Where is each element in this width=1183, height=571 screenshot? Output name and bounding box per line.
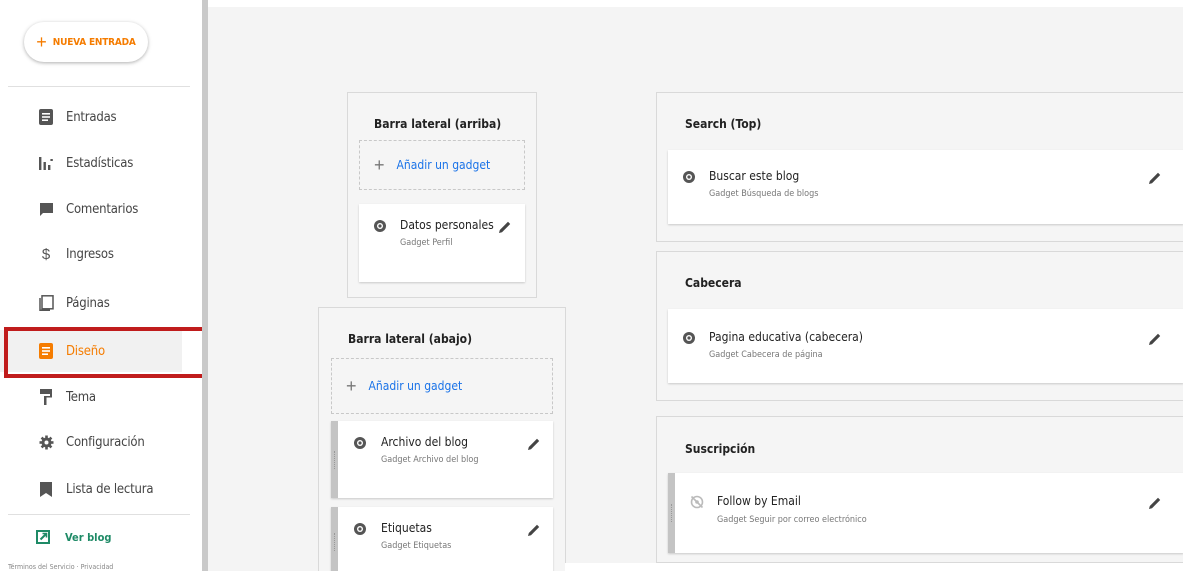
sidebar-item-label: Páginas	[66, 295, 110, 311]
view-blog-label: Ver blog	[65, 530, 112, 544]
pencil-icon[interactable]	[527, 523, 541, 537]
add-gadget-label: Añadir un gadget	[368, 379, 463, 393]
pages-icon	[35, 295, 57, 311]
add-gadget-label: Añadir un gadget	[396, 158, 491, 172]
gadget-type: Gadget Cabecera de página	[709, 350, 823, 360]
sidebar-item-label: Comentarios	[66, 201, 139, 217]
gadget-card[interactable]: Pagina educativa (cabecera) Gadget Cabec…	[668, 309, 1183, 383]
drag-handle[interactable]	[331, 507, 338, 571]
gadget-name: Datos personales	[400, 218, 494, 232]
top-bar	[208, 0, 1183, 7]
plus-icon: +	[374, 155, 385, 175]
posts-icon	[35, 109, 57, 125]
pencil-icon[interactable]	[1148, 171, 1162, 185]
gadget-type: Gadget Seguir por correo electrónico	[717, 515, 867, 525]
dollar-icon: $	[41, 245, 51, 263]
section-search-top: Search (Top) Buscar este blog Gadget Bús…	[656, 92, 1183, 242]
plus-icon: +	[36, 32, 47, 52]
footer-links[interactable]: Términos del Servicio · Privacidad	[8, 563, 113, 571]
paint-roller-icon	[35, 389, 57, 405]
gadget-card[interactable]: Datos personales Gadget Perfil	[359, 204, 525, 282]
gadget-card[interactable]: Follow by Email Gadget Seguir por correo…	[668, 473, 1183, 553]
sidebar-item-label: Estadísticas	[66, 155, 134, 171]
sidebar-item-configuracion[interactable]: Configuración	[0, 421, 182, 463]
pencil-icon[interactable]	[1148, 332, 1162, 346]
section-title: Search (Top)	[685, 117, 762, 131]
gadget-type: Gadget Archivo del blog	[381, 455, 479, 465]
section-sidebar-bottom: Barra lateral (abajo) + Añadir un gadget…	[318, 307, 566, 571]
section-title: Barra lateral (abajo)	[348, 332, 473, 346]
sidebar: + NUEVA ENTRADA Entradas Estadísticas Co…	[0, 0, 202, 571]
sidebar-item-label: Tema	[66, 389, 96, 405]
gadget-name: Pagina educativa (cabecera)	[709, 330, 863, 344]
section-title: Cabecera	[685, 276, 742, 290]
gadget-type: Gadget Búsqueda de blogs	[709, 189, 819, 199]
bookmark-icon	[35, 481, 57, 497]
pencil-icon[interactable]	[1148, 496, 1162, 510]
sidebar-item-label: Configuración	[66, 434, 145, 450]
gadget-name: Archivo del blog	[381, 435, 468, 449]
open-external-icon	[36, 530, 54, 544]
sidebar-item-lista-lectura[interactable]: Lista de lectura	[0, 468, 182, 510]
visible-icon[interactable]	[682, 170, 696, 184]
gadget-name: Etiquetas	[381, 521, 432, 535]
gadget-card[interactable]: Etiquetas Gadget Etiquetas	[331, 507, 553, 571]
pencil-icon[interactable]	[498, 220, 512, 234]
sidebar-item-estadisticas[interactable]: Estadísticas	[0, 142, 182, 184]
new-post-button[interactable]: + NUEVA ENTRADA	[24, 22, 148, 62]
sidebar-item-label: Ingresos	[66, 246, 114, 262]
divider	[8, 86, 190, 87]
plus-icon: +	[346, 376, 357, 396]
section-subscription: Suscripción Follow by Email Gadget Segui…	[656, 416, 1183, 563]
gadget-card[interactable]: Buscar este blog Gadget Búsqueda de blog…	[668, 150, 1183, 224]
active-item-highlight-box	[4, 327, 207, 378]
gadget-card[interactable]: Archivo del blog Gadget Archivo del blog	[331, 421, 553, 498]
gadget-type: Gadget Etiquetas	[381, 541, 452, 551]
drag-handle[interactable]	[331, 421, 338, 498]
gear-icon	[35, 435, 57, 450]
add-gadget-button[interactable]: + Añadir un gadget	[359, 140, 525, 190]
gadget-name: Buscar este blog	[709, 169, 800, 183]
section-title: Barra lateral (arriba)	[374, 117, 502, 131]
visible-icon[interactable]	[353, 436, 367, 450]
visible-icon[interactable]	[373, 219, 387, 233]
sidebar-item-comentarios[interactable]: Comentarios	[0, 188, 182, 230]
gadget-type: Gadget Perfil	[400, 238, 453, 248]
visible-icon[interactable]	[353, 522, 367, 536]
sidebar-item-label: Lista de lectura	[66, 481, 154, 497]
sidebar-item-ingresos[interactable]: $ Ingresos	[0, 233, 182, 275]
section-sidebar-top: Barra lateral (arriba) + Añadir un gadge…	[347, 92, 537, 298]
pencil-icon[interactable]	[527, 437, 541, 451]
sidebar-item-tema[interactable]: Tema	[0, 376, 182, 418]
sidebar-item-paginas[interactable]: Páginas	[0, 282, 182, 324]
comment-icon	[35, 202, 57, 217]
stats-icon	[35, 156, 57, 170]
sidebar-item-label: Entradas	[66, 109, 117, 125]
view-blog-link[interactable]: Ver blog	[0, 522, 111, 552]
new-post-label: NUEVA ENTRADA	[52, 36, 136, 48]
sidebar-item-entradas[interactable]: Entradas	[0, 96, 182, 138]
visible-icon[interactable]	[682, 331, 696, 345]
section-header: Cabecera Pagina educativa (cabecera) Gad…	[656, 251, 1183, 401]
add-gadget-button[interactable]: + Añadir un gadget	[331, 358, 553, 414]
hidden-icon[interactable]	[690, 495, 704, 509]
drag-handle[interactable]	[668, 473, 675, 553]
section-title: Suscripción	[685, 442, 756, 456]
gadget-name: Follow by Email	[717, 494, 801, 508]
bottom-strip	[565, 563, 1183, 571]
divider	[8, 514, 190, 515]
